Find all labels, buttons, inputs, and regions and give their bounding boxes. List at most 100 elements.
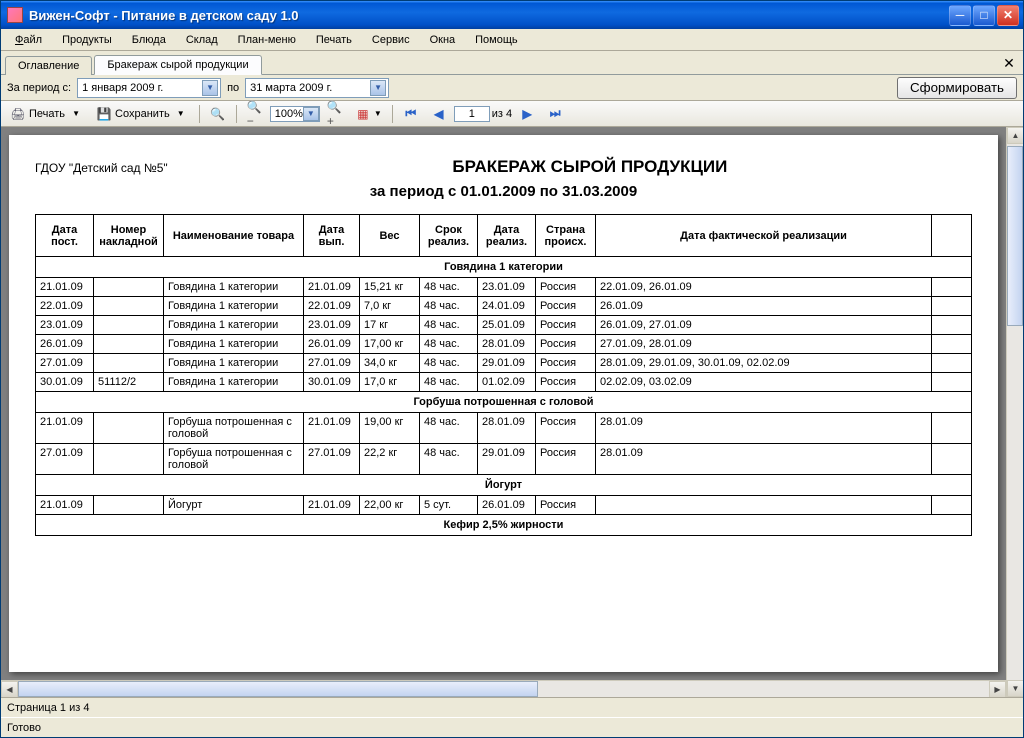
- cell-invoice: [94, 316, 164, 335]
- table-group-row: Говядина 1 категории: [36, 257, 972, 278]
- save-label: Сохранить: [115, 108, 170, 120]
- cell-date_real: 26.01.09: [478, 496, 536, 515]
- cell-date_post: 21.01.09: [36, 496, 94, 515]
- cell-shelf: 48 час.: [420, 354, 478, 373]
- vscroll-thumb[interactable]: [1007, 146, 1023, 326]
- menu-service[interactable]: Сервис: [364, 32, 418, 48]
- period-row: За период с: 1 января 2009 г. ▼ по 31 ма…: [1, 75, 1023, 101]
- print-drop-icon: ▼: [68, 106, 84, 122]
- cell-blank: [932, 444, 972, 475]
- cell-country: Россия: [536, 373, 596, 392]
- menu-stock[interactable]: Склад: [178, 32, 226, 48]
- cell-country: Россия: [536, 316, 596, 335]
- cell-fact: 28.01.09: [596, 444, 932, 475]
- cell-blank: [932, 297, 972, 316]
- cell-date_prod: 21.01.09: [304, 496, 360, 515]
- cell-name: Говядина 1 категории: [164, 278, 304, 297]
- table-header-row: Дата пост. Номер накладной Наименование …: [36, 215, 972, 257]
- grid-icon: ▦: [355, 106, 371, 122]
- print-icon: 🖨: [10, 106, 26, 122]
- nav-next-icon: ▶: [519, 106, 535, 122]
- date-from-field[interactable]: 1 января 2009 г. ▼: [77, 78, 221, 98]
- cell-date_real: 28.01.09: [478, 335, 536, 354]
- menu-file[interactable]: Файл: [7, 32, 50, 48]
- group-title: Горбуша потрошенная с головой: [36, 392, 972, 413]
- cell-date_prod: 30.01.09: [304, 373, 360, 392]
- hscroll-right-icon[interactable]: ▶: [989, 681, 1006, 697]
- cell-shelf: 48 час.: [420, 373, 478, 392]
- menu-print[interactable]: Печать: [308, 32, 360, 48]
- date-from-drop-icon[interactable]: ▼: [202, 80, 218, 96]
- nav-prev-icon: ◀: [431, 106, 447, 122]
- vscroll-up-icon[interactable]: ▲: [1007, 127, 1023, 144]
- vscroll-down-icon[interactable]: ▼: [1007, 680, 1023, 697]
- date-to-field[interactable]: 31 марта 2009 г. ▼: [245, 78, 389, 98]
- cell-fact: 26.01.09, 27.01.09: [596, 316, 932, 335]
- cell-invoice: 51112/2: [94, 373, 164, 392]
- cell-country: Россия: [536, 278, 596, 297]
- cell-blank: [932, 413, 972, 444]
- hscroll-left-icon[interactable]: ◀: [1, 681, 18, 697]
- menu-help[interactable]: Помощь: [467, 32, 526, 48]
- tab-toc[interactable]: Оглавление: [5, 56, 92, 75]
- zoom-out-button[interactable]: 🔍−: [242, 103, 268, 125]
- menu-windows[interactable]: Окна: [422, 32, 464, 48]
- report-table: Дата пост. Номер накладной Наименование …: [35, 214, 972, 536]
- zoom-in-button[interactable]: 🔍+: [322, 103, 348, 125]
- report-toolbar: 🖨 Печать ▼ 💾 Сохранить ▼ 🔍 🔍− 100% ▼ 🔍+ …: [1, 101, 1023, 127]
- cell-invoice: [94, 297, 164, 316]
- cell-fact: 28.01.09, 29.01.09, 30.01.09, 02.02.09: [596, 354, 932, 373]
- cell-date_real: 29.01.09: [478, 354, 536, 373]
- cell-date_post: 27.01.09: [36, 354, 94, 373]
- cell-weight: 7,0 кг: [360, 297, 420, 316]
- zoom-field[interactable]: 100% ▼: [270, 106, 320, 122]
- layout-button[interactable]: ▦▼: [350, 103, 387, 125]
- cell-date_prod: 22.01.09: [304, 297, 360, 316]
- menu-dishes[interactable]: Блюда: [124, 32, 174, 48]
- find-button[interactable]: 🔍: [205, 103, 231, 125]
- cell-date_post: 26.01.09: [36, 335, 94, 354]
- cell-date_real: 28.01.09: [478, 413, 536, 444]
- nav-last-button[interactable]: ⏭: [542, 103, 568, 125]
- col-weight: Вес: [360, 215, 420, 257]
- menu-products[interactable]: Продукты: [54, 32, 120, 48]
- cell-invoice: [94, 444, 164, 475]
- col-name: Наименование товара: [164, 215, 304, 257]
- cell-date_prod: 23.01.09: [304, 316, 360, 335]
- nav-prev-button[interactable]: ◀: [426, 103, 452, 125]
- status-ready-label: Готово: [7, 722, 41, 734]
- date-to-drop-icon[interactable]: ▼: [370, 80, 386, 96]
- generate-button[interactable]: Сформировать: [897, 77, 1017, 99]
- save-button[interactable]: 💾 Сохранить ▼: [91, 103, 194, 125]
- zoom-drop-icon[interactable]: ▼: [303, 107, 319, 121]
- horizontal-scrollbar[interactable]: ◀ ▶: [1, 680, 1006, 697]
- cell-date_prod: 26.01.09: [304, 335, 360, 354]
- window-title: Вижен-Софт - Питание в детском саду 1.0: [29, 8, 943, 23]
- cell-shelf: 5 сут.: [420, 496, 478, 515]
- cell-country: Россия: [536, 297, 596, 316]
- nav-next-button[interactable]: ▶: [514, 103, 540, 125]
- cell-date_post: 23.01.09: [36, 316, 94, 335]
- maximize-button[interactable]: □: [973, 5, 995, 26]
- cell-fact: 22.01.09, 26.01.09: [596, 278, 932, 297]
- cell-blank: [932, 335, 972, 354]
- nav-first-button[interactable]: ⏮: [398, 103, 424, 125]
- status-page-label: Страница 1 из 4: [7, 702, 89, 714]
- vertical-scrollbar[interactable]: ▲ ▼: [1006, 127, 1023, 697]
- print-button[interactable]: 🖨 Печать ▼: [5, 103, 89, 125]
- cell-fact: 27.01.09, 28.01.09: [596, 335, 932, 354]
- col-date-prod: Дата вып.: [304, 215, 360, 257]
- minimize-button[interactable]: ─: [949, 5, 971, 26]
- close-button[interactable]: ✕: [997, 5, 1019, 26]
- page-current-field[interactable]: 1: [454, 106, 490, 122]
- cell-country: Россия: [536, 354, 596, 373]
- cell-shelf: 48 час.: [420, 335, 478, 354]
- tab-close-button[interactable]: ✕: [1001, 55, 1017, 71]
- table-group-row: Кефир 2,5% жирности: [36, 515, 972, 536]
- cell-date_real: 29.01.09: [478, 444, 536, 475]
- cell-country: Россия: [536, 444, 596, 475]
- find-icon: 🔍: [210, 106, 226, 122]
- tab-report[interactable]: Бракераж сырой продукции: [94, 55, 261, 75]
- hscroll-thumb[interactable]: [18, 681, 538, 697]
- menu-planmenu[interactable]: План-меню: [230, 32, 304, 48]
